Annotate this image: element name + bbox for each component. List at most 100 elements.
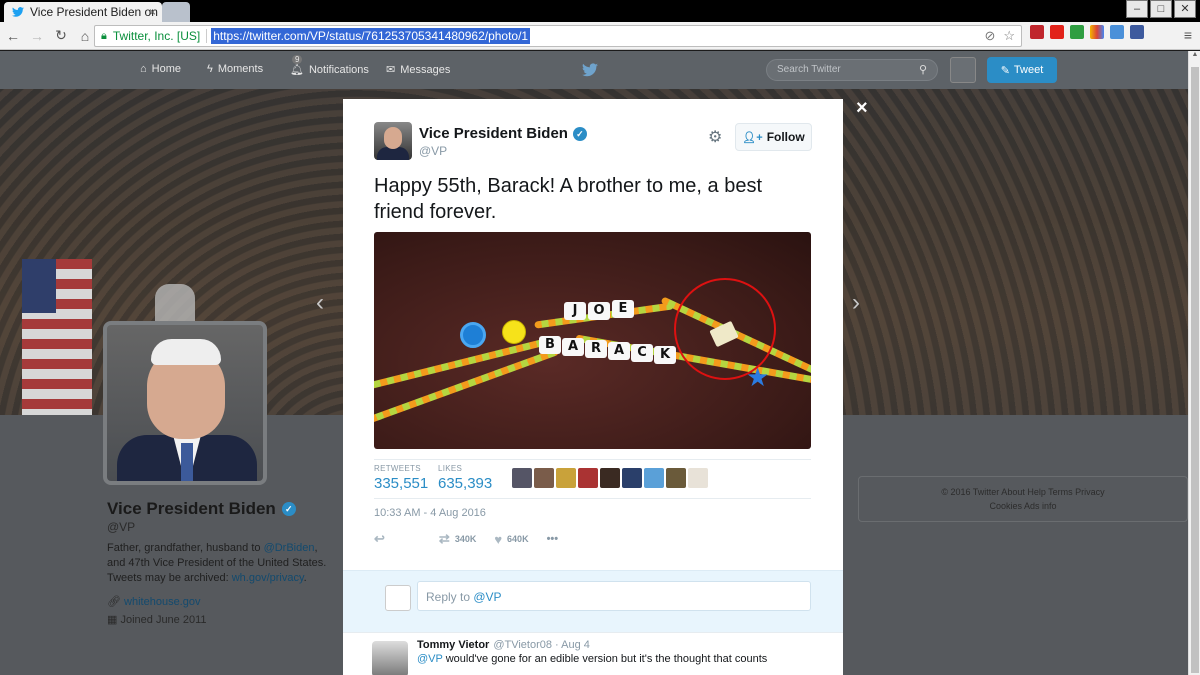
footer-line-1[interactable]: © 2016 Twitter About Help Terms Privacy: [859, 485, 1187, 499]
liker-avatar[interactable]: [622, 468, 642, 488]
page-scrollbar[interactable]: ▲: [1188, 51, 1200, 675]
previous-photo-icon[interactable]: ‹: [316, 289, 324, 317]
nav-moments[interactable]: ϟ Moments: [207, 63, 263, 75]
nav-messages-label: Messages: [400, 63, 451, 76]
retweets-stat[interactable]: RETWEETS 335,551: [374, 464, 428, 492]
liker-avatar[interactable]: [666, 468, 686, 488]
liker-avatar[interactable]: [534, 468, 554, 488]
follow-button[interactable]: 👤︎+ Follow: [735, 123, 812, 151]
heart-icon: ♥: [494, 531, 503, 547]
twitter-logo-icon[interactable]: [582, 63, 598, 81]
shield-extension-icon[interactable]: [1130, 25, 1144, 39]
reload-icon[interactable]: ↻: [50, 27, 72, 44]
reply-author-avatar[interactable]: [372, 641, 408, 675]
tweet-photo[interactable]: J O E B A R A C K ★: [374, 232, 811, 449]
liker-avatar[interactable]: [512, 468, 532, 488]
profile-name[interactable]: Vice President Biden ✓: [107, 499, 296, 519]
minimize-icon[interactable]: –: [1126, 0, 1148, 18]
tweet-author-avatar[interactable]: [374, 122, 412, 160]
browser-tab-active[interactable]: Vice President Biden on ×: [4, 2, 162, 22]
window-controls: – □ ✕: [1124, 0, 1196, 18]
twitter-page: ⌂ Home ϟ Moments 🔔︎ 9 Notifications ✉ Message…: [0, 51, 1200, 675]
liker-avatar[interactable]: [600, 468, 620, 488]
modal-close-icon[interactable]: ×: [856, 97, 868, 120]
back-icon[interactable]: ←: [2, 28, 24, 44]
likes-stat[interactable]: LIKES 635,393: [438, 464, 492, 492]
like-action[interactable]: ♥ 640K: [494, 532, 528, 547]
profile-website-link[interactable]: whitehouse.gov: [124, 596, 200, 608]
reply-placeholder: Reply to: [426, 590, 474, 604]
tweet-button-label: Tweet: [1013, 64, 1044, 76]
nav-home[interactable]: ⌂ Home: [140, 63, 181, 75]
maximize-icon[interactable]: □: [1150, 0, 1172, 18]
reply-input[interactable]: Reply to @VP: [417, 581, 811, 611]
envelope-icon: ✉: [386, 64, 396, 76]
retweet-icon: ⇄: [438, 531, 450, 546]
compose-tweet-button[interactable]: ✎ Tweet: [987, 57, 1057, 83]
liker-avatar[interactable]: [644, 468, 664, 488]
tab-close-icon[interactable]: ×: [149, 5, 156, 19]
bell-icon: 🔔︎ 9: [290, 55, 304, 76]
more-icon: •••: [546, 533, 559, 545]
scroll-up-icon[interactable]: ▲: [1189, 51, 1200, 63]
forward-icon[interactable]: →: [26, 28, 48, 44]
home-browser-icon[interactable]: ⌂: [74, 28, 96, 44]
account-avatar[interactable]: [950, 57, 976, 83]
retweet-action[interactable]: ⇄ 340K: [439, 531, 476, 547]
liker-avatars: [512, 468, 708, 488]
bio-link-drbiden[interactable]: @DrBiden: [264, 542, 315, 554]
search-icon[interactable]: ⚲: [919, 63, 927, 76]
likes-count: 635,393: [438, 475, 493, 492]
download-extension-icon[interactable]: [1070, 25, 1084, 39]
nav-home-label: Home: [151, 63, 181, 75]
reply-header: Tommy Vietor @TVietor08 · Aug 4: [417, 639, 590, 651]
bead-letter: A: [562, 338, 584, 356]
tweet-timestamp[interactable]: 10:33 AM - 4 Aug 2016: [374, 507, 486, 519]
reply-author-name[interactable]: Tommy Vietor: [417, 639, 489, 651]
tweet-author-name-text: Vice President Biden: [419, 125, 568, 142]
tweet-modal: Vice President Biden ✓ @VP ⚙ 👤︎+ Follow …: [343, 99, 843, 675]
translate-icon[interactable]: ⊘: [984, 28, 995, 44]
nav-notifications-label: Notifications: [308, 63, 369, 76]
bookmark-star-icon[interactable]: ☆: [1003, 28, 1015, 44]
bio-link-privacy[interactable]: wh.gov/privacy: [232, 572, 304, 584]
scrollbar-thumb[interactable]: [1191, 67, 1199, 673]
profile-handle: @VP: [107, 520, 136, 534]
bio-text-end: .: [303, 572, 307, 584]
reply-mention[interactable]: @VP: [417, 653, 443, 665]
adblock-extension-icon[interactable]: [1030, 25, 1044, 39]
search-input[interactable]: Search Twitter ⚲: [766, 59, 938, 81]
tweet-author-name[interactable]: Vice President Biden ✓: [419, 125, 587, 142]
colorful-extension-icon[interactable]: [1090, 25, 1104, 39]
reply-author-handle[interactable]: @TVietor08 · Aug 4: [493, 639, 590, 651]
address-bar[interactable]: 🔒︎ Twitter, Inc. [US] https://twitter.co…: [94, 25, 1022, 47]
omnibox-actions: ⊘ ☆: [984, 28, 1015, 44]
more-action[interactable]: •••: [547, 533, 559, 545]
bead-letter: R: [585, 340, 607, 358]
url-text[interactable]: https://twitter.com/VP/status/7612537053…: [211, 28, 531, 44]
window-close-icon[interactable]: ✕: [1174, 0, 1196, 18]
lock-icon: 🔒︎: [101, 29, 107, 42]
liker-avatar[interactable]: [688, 468, 708, 488]
blue-arrow-extension-icon[interactable]: [1110, 25, 1124, 39]
tweet-author-handle[interactable]: @VP: [419, 144, 447, 158]
flipboard-extension-icon[interactable]: [1050, 25, 1064, 39]
site-identity: Twitter, Inc. [US]: [112, 29, 201, 43]
reply-action[interactable]: ↩: [374, 531, 385, 547]
link-icon: 🔗︎: [107, 596, 121, 608]
profile-avatar[interactable]: [103, 321, 267, 485]
retweets-count: 335,551: [374, 475, 429, 492]
liker-avatar[interactable]: [578, 468, 598, 488]
next-photo-icon[interactable]: ›: [852, 289, 860, 317]
footer-line-2[interactable]: Cookies Ads info: [859, 499, 1187, 513]
verified-badge-icon: ✓: [281, 502, 296, 516]
new-tab-button[interactable]: [162, 2, 190, 22]
browser-tab-strip: Vice President Biden on × – □ ✕: [0, 0, 1200, 22]
nav-messages[interactable]: ✉ Messages: [386, 63, 451, 77]
gear-icon[interactable]: ⚙: [708, 127, 722, 147]
browser-menu-icon[interactable]: ≡: [1184, 27, 1192, 43]
nav-notifications[interactable]: 🔔︎ 9 Notifications: [290, 55, 369, 76]
reply-tweet[interactable]: Tommy Vietor @TVietor08 · Aug 4 @VP would…: [343, 632, 843, 675]
reply-body: would've gone for an edible version but …: [442, 653, 768, 665]
liker-avatar[interactable]: [556, 468, 576, 488]
